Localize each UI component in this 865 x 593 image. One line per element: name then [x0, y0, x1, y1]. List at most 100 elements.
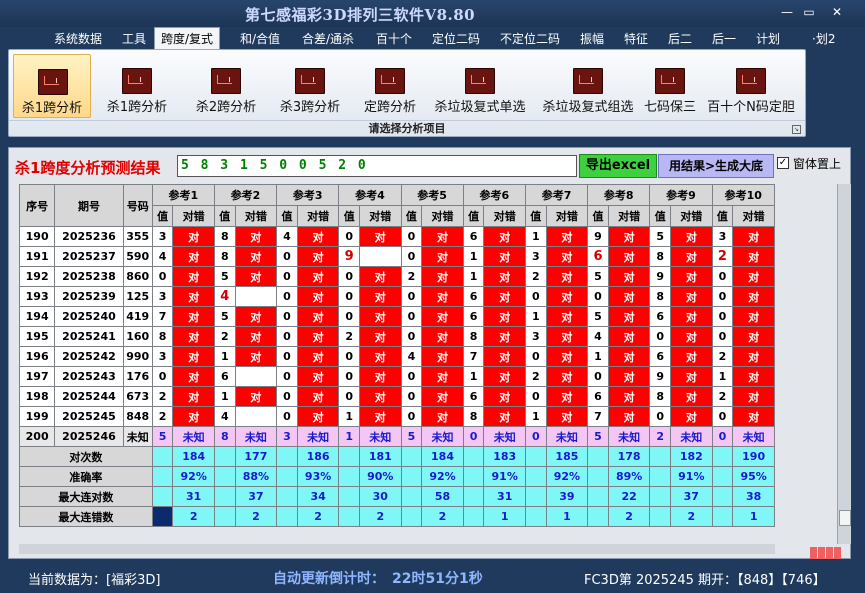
ribbon-button-0[interactable]: 杀1跨分析	[13, 54, 91, 118]
menu-item-2[interactable]: 跨度/复式	[154, 27, 221, 51]
cell-val: 5	[213, 266, 236, 287]
scroll-thumb[interactable]	[839, 510, 851, 526]
stats-spacer	[462, 506, 485, 527]
menu-item-3[interactable]: 和/合值	[240, 30, 280, 47]
table-row: 191 2025237 590 4 对 8 对 0 对 9 0 对 1 对 3 对 6 对 8 对 2 对	[18, 246, 775, 267]
horizontal-scrollbar[interactable]	[19, 544, 775, 554]
cell-ok: 对	[296, 266, 340, 287]
menu-item-5[interactable]: 百十个	[376, 30, 412, 47]
ribbon-button-1[interactable]: 杀1跨分析	[101, 54, 173, 118]
cell-ok: 对	[421, 326, 464, 347]
cell-ok: 对	[732, 406, 775, 427]
stats-value: 2	[234, 506, 278, 527]
table-row: 195 2025241 160 8 对 2 对 0 对 2 对 0 对 8 对 3 对 4 对 0 对 0 对	[18, 326, 775, 347]
ribbon-button-5[interactable]: 杀垃圾复式单选	[427, 54, 533, 118]
header-ref-group: 参考9	[649, 184, 713, 206]
cell-ok: 对	[421, 346, 464, 367]
cell-number: 590	[122, 246, 153, 267]
cell-ok: 对	[234, 266, 278, 287]
cell-val: 6	[462, 306, 485, 327]
cell-val: 8	[151, 326, 174, 347]
result-title: 杀1跨度分析预测结果	[15, 159, 161, 177]
stats-value: 2	[296, 506, 340, 527]
cell-seq: 198	[18, 386, 56, 407]
restore-icon[interactable]: ▭	[800, 5, 818, 19]
stats-row: 最大连错数 2 2 2 2 2 1 1 2 2 1	[19, 506, 775, 527]
ribbon-button-7[interactable]: 七码保三	[641, 54, 699, 118]
cell-val: 5	[213, 306, 236, 327]
stats-spacer	[400, 506, 423, 527]
result-field[interactable]: 5 8 3 1 5 0 0 5 2 0	[177, 155, 577, 177]
cell-val: 0	[524, 386, 547, 407]
expand-icon[interactable]: ↘	[792, 125, 801, 134]
cell-ok: 对	[359, 366, 402, 387]
cell-ok: 对	[359, 346, 402, 367]
stats-value: 2	[607, 506, 651, 527]
menu-item-8[interactable]: 振幅	[580, 30, 604, 47]
header-ref-group: 参考3	[276, 184, 340, 206]
vertical-scrollbar[interactable]	[837, 184, 851, 544]
ribbon-button-8[interactable]: 百十个N码定胆	[703, 54, 799, 118]
stats-value: 91%	[483, 466, 526, 487]
cell-val: 0	[400, 246, 423, 267]
generate-base-button[interactable]: 用结果>生成大底	[658, 154, 774, 178]
topmost-checkbox[interactable]: ✓	[777, 157, 789, 169]
cell-val: 0	[276, 366, 298, 387]
cell-issue: 2025242	[54, 346, 124, 367]
menu-item-1[interactable]: 工具	[122, 30, 146, 47]
stats-value: 186	[296, 446, 340, 467]
header-val: 值	[462, 205, 485, 227]
header-number: 号码	[122, 184, 153, 227]
header-val: 值	[649, 205, 672, 227]
ribbon-button-2[interactable]: 杀2跨分析	[183, 54, 269, 118]
table-row: 197 2025243 176 0 对 6 0 对 0 对 0 对 1 对 2 对 0 对 9 对 1 对	[18, 366, 775, 387]
cell-val: 6	[587, 386, 609, 407]
ribbon-button-4[interactable]: 定跨分析	[355, 54, 425, 118]
cell-val: 3	[711, 226, 734, 247]
cell-val: 0	[276, 306, 298, 327]
stats-value: 38	[732, 486, 775, 507]
cell-val: 0	[338, 266, 361, 287]
cell-ok: 对	[421, 226, 464, 247]
cell-ok: 对	[732, 266, 775, 287]
cell-status: 未知	[670, 426, 713, 447]
cell-ok: 对	[483, 286, 526, 307]
close-icon[interactable]: ✕	[828, 5, 846, 19]
menu-item-10[interactable]: 后二	[668, 30, 692, 47]
cell-ok: 对	[607, 386, 651, 407]
header-ref-group: 参考6	[462, 184, 526, 206]
cell-status: 未知	[172, 426, 215, 447]
cell-ok: 对	[421, 366, 464, 387]
stats-spacer	[524, 466, 547, 487]
menu-item-7[interactable]: 不定位二码	[500, 30, 560, 47]
ribbon-button-3[interactable]: 杀3跨分析	[267, 54, 353, 118]
menu-item-6[interactable]: 定位二码	[432, 30, 480, 47]
stats-spacer	[400, 466, 423, 487]
menu-item-11[interactable]: 后一	[712, 30, 736, 47]
cell-val: 0	[276, 386, 298, 407]
cell-val: 5	[649, 226, 672, 247]
cell-seq: 200	[18, 426, 56, 447]
app-title: 第七感福彩3D排列三软件V8.80	[245, 6, 476, 24]
cell-seq: 195	[18, 326, 56, 347]
chart-icon	[211, 68, 241, 94]
cell-ok: 对	[732, 386, 775, 407]
analysis-panel: 杀1跨度分析预测结果 5 8 3 1 5 0 0 5 2 0 导出excel 用…	[8, 147, 851, 559]
cell-ok: 对	[670, 366, 713, 387]
minimize-icon[interactable]: —	[778, 5, 796, 19]
export-excel-button[interactable]: 导出excel	[579, 154, 657, 178]
menu-item-4[interactable]: 合差/通杀	[302, 30, 354, 47]
stats-spacer	[338, 486, 361, 507]
menu-item-0[interactable]: 系统数据	[54, 30, 102, 47]
cell-issue: 2025236	[54, 226, 124, 247]
cell-ok: 对	[421, 286, 464, 307]
menu-item-9[interactable]: 特征	[624, 30, 648, 47]
cell-ok: 对	[607, 226, 651, 247]
cell-val: 0	[400, 226, 423, 247]
header-val: 值	[400, 205, 423, 227]
menu-item-13[interactable]: ·划2	[812, 30, 835, 47]
cell-miss	[359, 246, 402, 267]
ribbon-button-6[interactable]: 杀垃圾复式组选	[535, 54, 641, 118]
menu-item-12[interactable]: 计划	[756, 30, 780, 47]
cell-val: 7	[587, 406, 609, 427]
